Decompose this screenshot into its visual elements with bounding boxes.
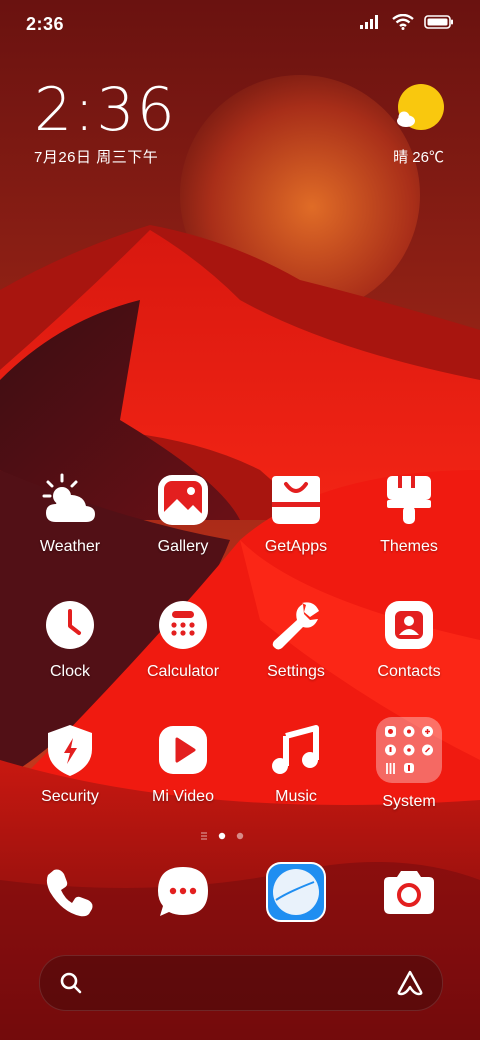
weather-text: 晴 26℃ [393, 149, 444, 166]
search-bar[interactable] [39, 955, 443, 1011]
app-label: Music [275, 788, 317, 805]
app-gallery[interactable]: Gallery [128, 472, 238, 556]
status-time: 2:36 [26, 14, 65, 34]
page-dot-active [218, 832, 226, 840]
getapps-icon [272, 476, 320, 524]
app-label: Weather [39, 538, 101, 555]
gallery-icon [158, 475, 208, 525]
contacts-icon [385, 601, 433, 649]
assistant-icon[interactable] [396, 970, 424, 996]
app-label: Clock [49, 663, 90, 680]
wifi-icon [392, 14, 414, 30]
sunny-cloud-icon [397, 84, 444, 130]
app-label: GetApps [264, 538, 328, 555]
clock-date: 7月26日 周三下午 [34, 149, 159, 166]
folder-contents-icon [385, 726, 433, 774]
app-security[interactable]: Security [15, 722, 125, 806]
clock-widget[interactable]: 2:36 7月26日 周三下午 [34, 78, 177, 167]
app-label: Calculator [146, 663, 220, 680]
browser-icon[interactable] [266, 862, 326, 922]
weather-icon [42, 473, 95, 522]
system-folder-icon [376, 717, 442, 783]
status-bar: 2:36 [0, 0, 480, 48]
app-label: Contacts [377, 663, 441, 680]
app-mi-video[interactable]: Mi Video [128, 722, 238, 806]
app-getapps[interactable]: GetApps [241, 472, 351, 556]
app-label: Mi Video [152, 788, 214, 805]
app-label: System [382, 793, 436, 810]
security-icon [48, 725, 92, 776]
status-icons [360, 14, 454, 30]
app-label: Themes [380, 538, 438, 555]
clock-time: 2:36 [34, 75, 177, 145]
app-clock[interactable]: Clock [15, 597, 125, 681]
app-contacts[interactable]: Contacts [354, 597, 464, 681]
signal-icon [360, 15, 378, 29]
mi-video-icon [159, 726, 207, 774]
phone-icon[interactable] [40, 862, 100, 922]
page-dot [236, 832, 244, 840]
page-indicator[interactable] [200, 829, 260, 843]
page-list-icon [201, 832, 207, 840]
app-calculator[interactable]: Calculator [128, 597, 238, 681]
clock-icon [46, 601, 94, 649]
settings-icon [272, 602, 319, 650]
messages-icon[interactable] [153, 862, 213, 922]
app-music[interactable]: Music [241, 722, 351, 806]
app-weather[interactable]: Weather [15, 472, 125, 556]
app-label: Settings [267, 663, 325, 680]
calculator-icon [159, 601, 207, 649]
camera-icon[interactable] [379, 862, 439, 922]
app-label: Gallery [157, 538, 209, 555]
music-icon [272, 725, 319, 774]
app-system-folder[interactable]: System [354, 717, 464, 811]
app-themes[interactable]: Themes [354, 472, 464, 556]
battery-icon [424, 15, 453, 29]
themes-icon [387, 476, 431, 524]
app-settings[interactable]: Settings [241, 597, 351, 681]
search-icon[interactable] [60, 972, 82, 994]
app-label: Security [41, 788, 99, 805]
